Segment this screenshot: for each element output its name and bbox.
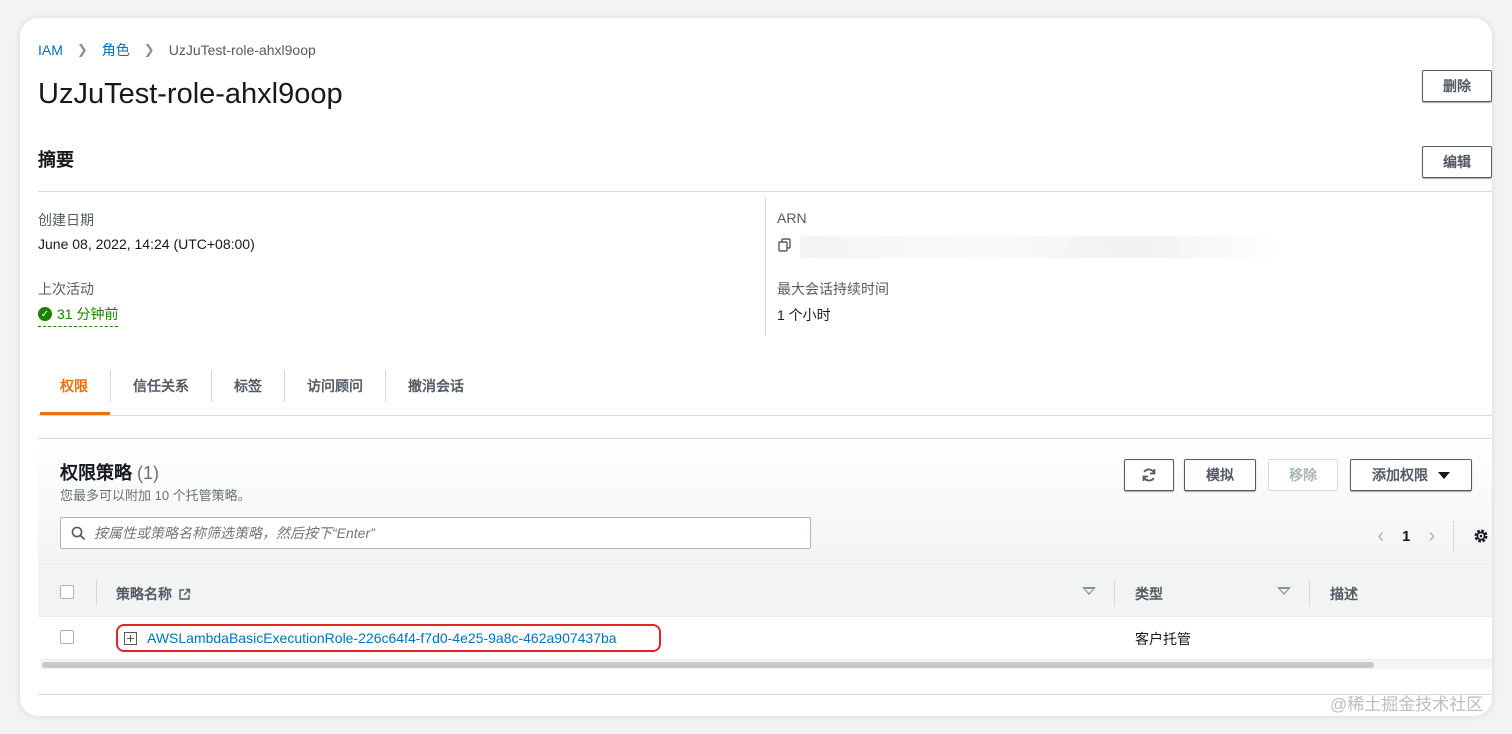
highlighted-policy: AWSLambdaBasicExecutionRole-226c64f4-f7d…: [116, 624, 661, 652]
policy-count: (1): [137, 463, 160, 483]
scrollbar-thumb[interactable]: [42, 662, 1374, 668]
last-activity-value: 31 分钟前: [57, 306, 119, 322]
add-permissions-button[interactable]: 添加权限: [1350, 459, 1472, 491]
policy-name-link[interactable]: AWSLambdaBasicExecutionRole-226c64f4-f7d…: [147, 630, 617, 646]
chevron-right-icon[interactable]: ›: [1428, 525, 1435, 548]
search-input[interactable]: [94, 525, 774, 541]
column-header-type[interactable]: 类型: [1135, 584, 1163, 604]
permissions-policies-panel: 权限策略 (1) 您最多可以附加 10 个托管策略。 模拟 移除 添加权限 按属…: [38, 438, 1492, 674]
caret-down-icon: [1438, 471, 1450, 479]
table-row: AWSLambdaBasicExecutionRole-226c64f4-f7d…: [38, 617, 1492, 657]
tab-trust-relationships[interactable]: 信任关系: [110, 370, 211, 402]
sort-icon[interactable]: [1277, 587, 1291, 595]
delete-button[interactable]: 删除: [1422, 70, 1492, 102]
edit-button[interactable]: 编辑: [1422, 146, 1492, 178]
gear-icon[interactable]: [1472, 527, 1490, 545]
page-number[interactable]: 1: [1402, 528, 1410, 545]
panel-subtitle: 您最多可以附加 10 个托管策略。: [60, 488, 251, 503]
max-session-label: 最大会话持续时间: [777, 281, 889, 297]
created-date-value: June 08, 2022, 14:24 (UTC+08:00): [38, 236, 255, 252]
breadcrumb: IAM ❯ 角色 ❯ UzJuTest-role-ahxl9oop: [38, 40, 316, 60]
divider: [1453, 521, 1454, 551]
divider: [38, 694, 1492, 695]
horizontal-scrollbar[interactable]: [40, 659, 1492, 669]
chevron-right-icon: ❯: [76, 42, 88, 57]
expand-icon[interactable]: [124, 631, 137, 645]
column-separator: [1309, 580, 1310, 606]
tab-access-advisor[interactable]: 访问顾问: [284, 370, 385, 402]
divider: [38, 415, 1492, 416]
chevron-right-icon: ❯: [143, 42, 155, 57]
table-header: 策略名称 类型 描述: [38, 567, 1492, 617]
column-separator: [1114, 580, 1115, 606]
pagination: ‹ 1 ›: [1377, 521, 1492, 551]
row-checkbox[interactable]: [60, 630, 74, 644]
arn-value-redacted: [800, 236, 1280, 258]
tab-permissions[interactable]: 权限: [38, 370, 110, 402]
breadcrumb-iam-link[interactable]: IAM: [38, 42, 63, 58]
select-all-checkbox[interactable]: [60, 585, 74, 599]
last-activity-label: 上次活动: [38, 281, 94, 297]
add-permissions-label: 添加权限: [1372, 467, 1428, 483]
tab-bar: 权限 信任关系 标签 访问顾问 撤消会话: [38, 370, 486, 416]
search-icon: [71, 526, 86, 540]
column-header-description[interactable]: 描述: [1330, 584, 1358, 604]
remove-button[interactable]: 移除: [1268, 459, 1338, 491]
column-header-policy-name[interactable]: 策略名称: [116, 584, 191, 604]
console-window: IAM ❯ 角色 ❯ UzJuTest-role-ahxl9oop UzJuTe…: [20, 18, 1492, 716]
divider: [38, 191, 1492, 192]
refresh-icon: [1142, 468, 1156, 482]
copy-icon[interactable]: [777, 237, 793, 253]
chevron-left-icon[interactable]: ‹: [1377, 525, 1384, 548]
page-title: UzJuTest-role-ahxl9oop: [38, 78, 343, 110]
tab-revoke-sessions[interactable]: 撤消会话: [385, 370, 486, 402]
breadcrumb-current: UzJuTest-role-ahxl9oop: [168, 42, 316, 58]
created-date-label: 创建日期: [38, 212, 94, 228]
policy-type: 客户托管: [1135, 631, 1191, 647]
policy-name-header-label: 策略名称: [116, 586, 172, 602]
watermark-text: @稀土掘金技术社区: [1330, 695, 1484, 714]
policy-search: [60, 517, 811, 549]
breadcrumb-roles-link[interactable]: 角色: [102, 40, 130, 60]
sort-icon[interactable]: [1082, 587, 1096, 595]
column-separator: [96, 580, 97, 606]
check-circle-icon: ✓: [38, 307, 52, 321]
simulate-button[interactable]: 模拟: [1184, 459, 1256, 491]
column-divider: [765, 198, 766, 336]
arn-label: ARN: [777, 210, 807, 226]
active-tab-indicator: [40, 412, 110, 415]
refresh-button[interactable]: [1124, 459, 1174, 491]
external-link-icon: [179, 588, 191, 600]
last-activity-status[interactable]: ✓ 31 分钟前: [38, 304, 119, 327]
panel-title-text: 权限策略: [60, 463, 132, 483]
max-session-value: 1 个小时: [777, 307, 831, 323]
summary-title: 摘要: [38, 150, 74, 170]
panel-title: 权限策略 (1): [60, 459, 159, 485]
tab-tags[interactable]: 标签: [211, 370, 284, 402]
